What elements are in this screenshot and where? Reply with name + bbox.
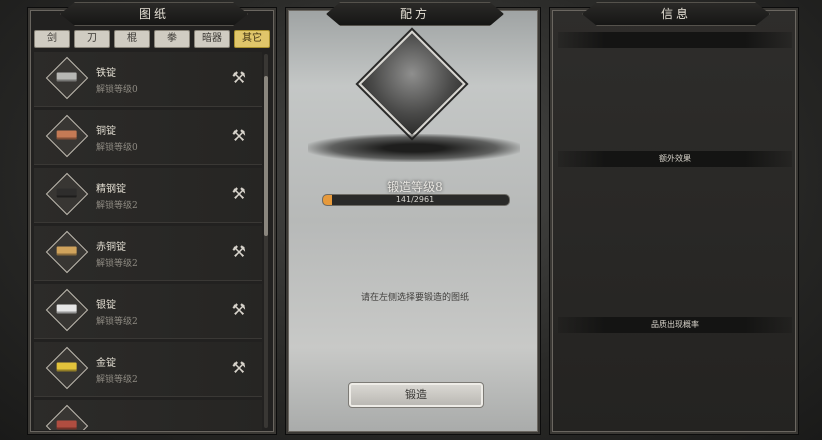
hammer-icon: ⚒: [231, 184, 246, 203]
list-item[interactable]: [34, 400, 262, 430]
scrollbar[interactable]: [264, 54, 268, 428]
tab-fist[interactable]: 拳: [154, 30, 190, 48]
recipe-panel: 配方 锻造等级8 141/2961 请在左侧选择要锻造的图纸 锻造: [286, 2, 540, 434]
ink-brush-decoration: [308, 134, 520, 162]
ingot-icon: [45, 56, 89, 100]
item-name: 银锭: [96, 300, 116, 311]
recipe-panel-title: 配方: [326, 2, 504, 26]
unlock-level: 解锁等级2: [96, 317, 138, 327]
unlock-level: 解锁等级2: [96, 201, 138, 211]
quality-probability-header: 品质出现概率: [558, 317, 792, 333]
unlock-level: 解锁等级0: [96, 143, 138, 153]
ingot-icon: [45, 346, 89, 390]
tab-hidden-weapon[interactable]: 暗器: [194, 30, 230, 48]
unlock-level: 解锁等级0: [96, 85, 138, 95]
forge-level: 锻造等级8: [387, 180, 443, 194]
unlock-level: 解锁等级2: [96, 375, 138, 385]
tab-staff[interactable]: 棍: [114, 30, 150, 48]
list-item[interactable]: 银锭 解锁等级2 ⚒: [34, 284, 262, 339]
recipe-slot-icon: [358, 30, 466, 138]
item-name: 赤铜锭: [96, 242, 126, 253]
item-name: 金锭: [96, 358, 116, 369]
scrollbar-thumb[interactable]: [264, 76, 268, 236]
tab-blade[interactable]: 刀: [74, 30, 110, 48]
unlock-level: 解锁等级2: [96, 259, 138, 269]
list-item[interactable]: 金锭 解锁等级2 ⚒: [34, 342, 262, 397]
ingot-icon: [45, 288, 89, 332]
item-name: 铜锭: [96, 126, 116, 137]
info-panel-title: 信息: [582, 2, 770, 26]
blueprint-panel: 图纸 剑 刀 棍 拳 暗器 其它 铁锭 解锁等级0 ⚒ 铜锭 解锁等级0 ⚒ 精…: [28, 2, 276, 434]
info-panel: 信息 额外效果 品质出现概率: [550, 2, 798, 434]
list-item[interactable]: 精钢锭 解锁等级2 ⚒: [34, 168, 262, 223]
extra-effect-header: 额外效果: [558, 151, 792, 167]
ingot-icon: [45, 114, 89, 158]
category-tabs: 剑 刀 棍 拳 暗器 其它: [34, 30, 270, 48]
select-blueprint-hint: 请在左侧选择要锻造的图纸: [360, 293, 469, 303]
tab-sword[interactable]: 剑: [34, 30, 70, 48]
list-item[interactable]: 铜锭 解锁等级0 ⚒: [34, 110, 262, 165]
hammer-icon: ⚒: [231, 358, 246, 377]
hammer-icon: ⚒: [231, 242, 246, 261]
item-name: 铁锭: [96, 68, 116, 79]
blueprint-list: 铁锭 解锁等级0 ⚒ 铜锭 解锁等级0 ⚒ 精钢锭 解锁等级2 ⚒ 赤铜锭 解锁…: [34, 52, 262, 430]
ingot-icon: [45, 404, 89, 430]
blueprint-panel-title: 图纸: [60, 2, 248, 26]
forge-exp-text: 141/2961: [395, 195, 435, 204]
info-section-header: [558, 32, 792, 48]
hammer-icon: ⚒: [231, 300, 246, 319]
item-name: 精钢锭: [96, 184, 126, 195]
hammer-icon: ⚒: [231, 68, 246, 87]
tab-other[interactable]: 其它: [234, 30, 270, 48]
forge-button[interactable]: 锻造: [348, 382, 484, 408]
ingot-icon: [45, 230, 89, 274]
hammer-icon: ⚒: [231, 126, 246, 145]
list-item[interactable]: 铁锭 解锁等级0 ⚒: [34, 52, 262, 107]
ingot-icon: [45, 172, 89, 216]
list-item[interactable]: 赤铜锭 解锁等级2 ⚒: [34, 226, 262, 281]
